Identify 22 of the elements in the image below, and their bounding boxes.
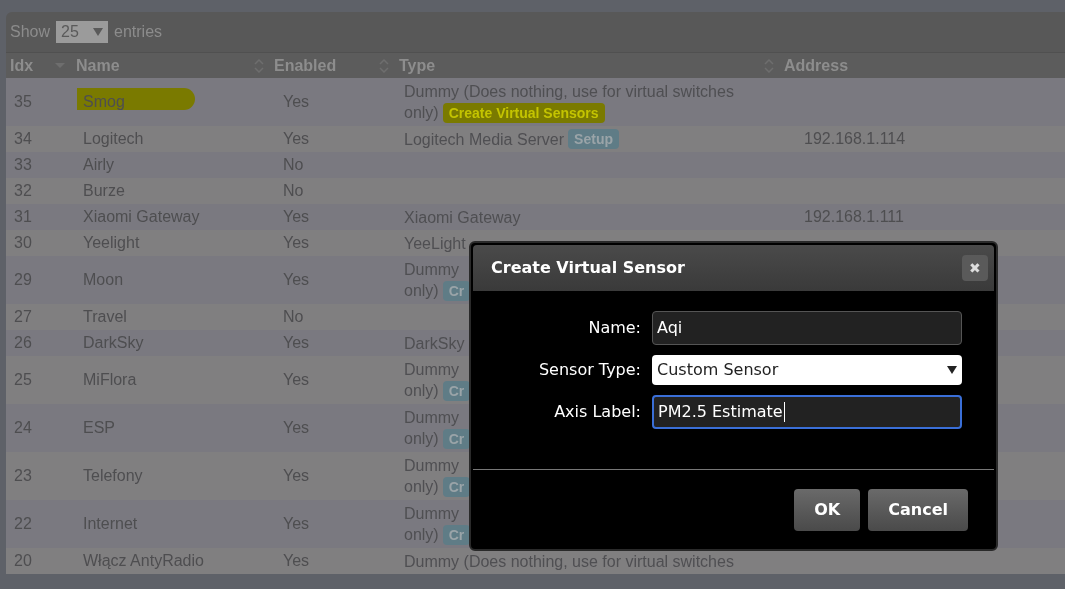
action-badge[interactable]: Cr [442,428,471,449]
action-badge[interactable]: Create Virtual Sensors [442,102,605,123]
action-badge[interactable]: Cr [442,380,471,401]
action-badge[interactable]: Cr [442,476,471,497]
field-label: Sensor Type: [537,359,641,381]
text-cursor [783,402,785,422]
dropdown-arrow-icon [93,28,104,36]
sensor-type-select[interactable]: Custom Sensor [652,355,962,385]
action-badge[interactable]: Cr [442,280,471,301]
action-badge[interactable]: Cr [442,524,471,545]
table-cell: Smog [83,93,125,110]
action-badge[interactable]: Setup [568,129,619,149]
input-field[interactable]: Aqi [652,311,962,345]
dialog-button[interactable]: OK [794,488,861,531]
field-label: Axis Label: [553,401,641,423]
dialog-title: Create Virtual Sensor [491,257,685,279]
field-label: Name: [587,317,641,339]
entries-select[interactable]: 25 [56,21,109,43]
close-button[interactable]: ✖ [962,255,988,281]
input-field[interactable]: PM2.5 Estimate [652,395,962,429]
dialog-button[interactable]: Cancel [868,488,968,531]
dropdown-arrow-icon [947,366,957,374]
